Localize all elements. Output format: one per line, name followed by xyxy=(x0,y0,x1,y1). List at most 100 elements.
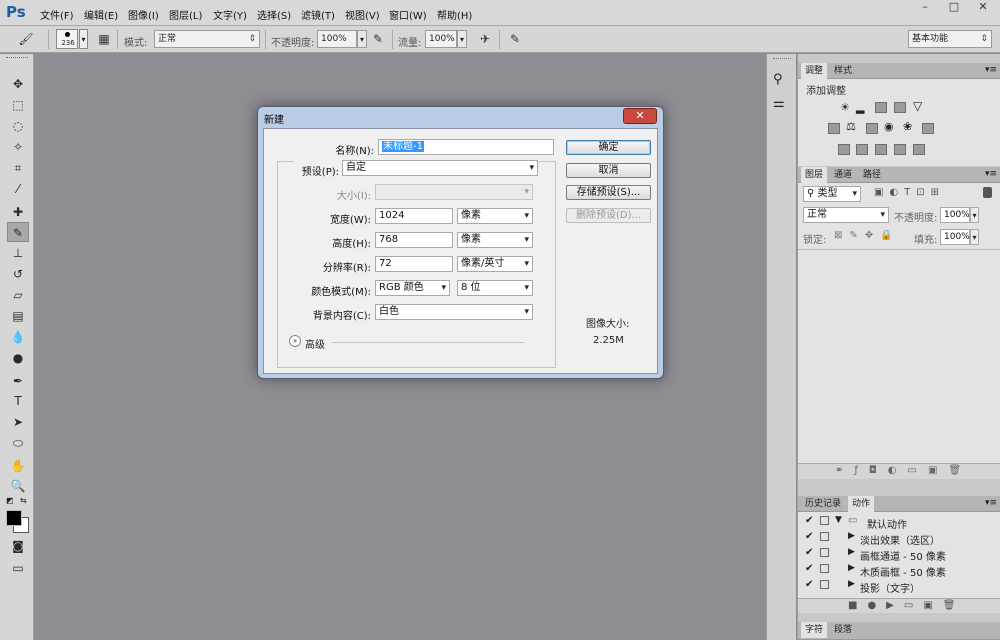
vibrance-adjust-icon[interactable]: ▽ xyxy=(913,99,922,113)
expand-icon[interactable]: ▼ xyxy=(835,515,842,525)
screen-mode-icon[interactable]: ▭ xyxy=(7,558,29,578)
curves-adjust-icon[interactable] xyxy=(875,102,887,113)
expand-icon[interactable]: ▶ xyxy=(848,547,855,557)
checkmark-icon[interactable]: ✔ xyxy=(805,563,813,574)
tab-adjustments[interactable]: 调整 xyxy=(801,63,828,79)
hand-tool-icon[interactable]: ✋ xyxy=(7,456,29,476)
threshold-adjust-icon[interactable] xyxy=(875,144,887,155)
minimize-icon[interactable]: – xyxy=(912,0,938,18)
workspace-select[interactable]: 基本功能 ⇕ xyxy=(908,30,992,48)
exposure-adjust-icon[interactable] xyxy=(894,102,906,113)
save-preset-button[interactable]: 存储预设(S)... xyxy=(566,185,651,200)
ok-button[interactable]: 确定 xyxy=(566,140,651,155)
layer-footer-icons[interactable]: ⚭ƒ◘◐▭▣🗑 xyxy=(835,465,972,476)
eyedropper-tool-icon[interactable]: ⁄ xyxy=(7,179,29,199)
invert-adjust-icon[interactable] xyxy=(838,144,850,155)
expand-icon[interactable]: ▶ xyxy=(848,563,855,573)
brightness-adjust-icon[interactable]: ☀ xyxy=(840,101,850,114)
pressure-size-icon[interactable]: ✎ xyxy=(507,31,523,47)
flow-dropdown-icon[interactable]: ▾ xyxy=(457,30,467,48)
opacity-dropdown-icon[interactable]: ▾ xyxy=(357,30,367,48)
blur-tool-icon[interactable]: 💧 xyxy=(7,327,29,347)
default-colors-icon[interactable]: ◩ xyxy=(6,496,14,505)
expand-icon[interactable]: ▶ xyxy=(848,579,855,589)
selective-color-adjust-icon[interactable] xyxy=(913,144,925,155)
brush-panel-icon[interactable]: ▦ xyxy=(96,31,112,47)
close-window-icon[interactable]: ✕ xyxy=(970,0,996,18)
tab-styles[interactable]: 样式 xyxy=(830,63,856,79)
quick-mask-icon[interactable]: ◙ xyxy=(7,536,29,556)
menu-image[interactable]: 图像(I) xyxy=(128,7,159,22)
color-lookup-adjust-icon[interactable] xyxy=(922,123,934,134)
maximize-icon[interactable]: □ xyxy=(941,0,967,18)
menu-select[interactable]: 选择(S) xyxy=(257,7,291,22)
dialog-toggle-icon[interactable] xyxy=(820,532,829,541)
levels-adjust-icon[interactable]: ▂ xyxy=(856,101,864,114)
checkmark-icon[interactable]: ✔ xyxy=(805,579,813,590)
clone-stamp-tool-icon[interactable]: ⊥ xyxy=(7,243,29,263)
layer-kind-filter[interactable]: ⚲ 类型 xyxy=(803,186,861,202)
foreground-color-swatch[interactable] xyxy=(6,510,22,526)
checkmark-icon[interactable]: ✔ xyxy=(805,547,813,558)
layer-filter-icons[interactable]: ▣◐T⊡⊞ xyxy=(874,187,945,198)
menu-type[interactable]: 文字(Y) xyxy=(213,7,247,22)
layer-opacity-input[interactable]: 100% xyxy=(940,207,970,223)
dialog-toggle-icon[interactable] xyxy=(820,564,829,573)
action-set-row[interactable]: ✔ ▼ ▭ 默认动作 xyxy=(798,513,1000,531)
healing-brush-tool-icon[interactable]: ✚ xyxy=(7,202,29,222)
hue-saturation-adjust-icon[interactable] xyxy=(828,123,840,134)
action-footer-icons[interactable]: ■●▶▭▣🗑 xyxy=(848,600,965,611)
dodge-tool-icon[interactable]: ● xyxy=(7,348,29,368)
cancel-button[interactable]: 取消 xyxy=(566,163,651,178)
color-balance-adjust-icon[interactable]: ⚖ xyxy=(846,120,856,133)
shape-tool-icon[interactable]: ⬭ xyxy=(7,433,29,453)
move-tool-icon[interactable]: ✥ xyxy=(7,74,29,94)
color-mode-select[interactable]: RGB 颜色 xyxy=(375,280,450,296)
photo-filter-adjust-icon[interactable]: ◉ xyxy=(884,120,894,133)
mode-select[interactable]: 正常 ⇕ xyxy=(154,30,260,48)
swap-colors-icon[interactable]: ⇆ xyxy=(20,496,27,505)
resolution-input[interactable]: 72 xyxy=(375,256,453,272)
flow-input[interactable]: 100% xyxy=(425,30,457,48)
action-row[interactable]: ✔ ▶ 投影（文字） xyxy=(798,577,1000,595)
pen-tool-icon[interactable]: ✒ xyxy=(7,371,29,391)
pressure-opacity-icon[interactable]: ✎ xyxy=(370,31,386,47)
resolution-unit-select[interactable]: 像素/英寸 xyxy=(457,256,533,272)
lasso-tool-icon[interactable]: ◌ xyxy=(7,116,29,136)
lock-icons[interactable]: ⊠✎✥🔒 xyxy=(834,230,900,241)
marquee-tool-icon[interactable]: ⬚ xyxy=(7,95,29,115)
brush-presets-panel-icon[interactable]: ⚲ xyxy=(773,72,783,87)
airbrush-icon[interactable]: ✈ xyxy=(477,31,493,47)
panel-menu-icon[interactable]: ▾≡ xyxy=(985,498,997,508)
history-brush-tool-icon[interactable]: ↺ xyxy=(7,264,29,284)
width-input[interactable]: 1024 xyxy=(375,208,453,224)
quick-select-tool-icon[interactable]: ✧ xyxy=(7,137,29,157)
advanced-toggle-icon[interactable]: » xyxy=(289,335,301,347)
tab-history[interactable]: 历史记录 xyxy=(801,496,845,512)
type-tool-icon[interactable]: T xyxy=(7,391,29,411)
bit-depth-select[interactable]: 8 位 xyxy=(457,280,533,296)
checkmark-icon[interactable]: ✔ xyxy=(805,531,813,542)
zoom-tool-icon[interactable]: 🔍 xyxy=(7,476,29,496)
brush-tool-active-icon[interactable]: ✎ xyxy=(7,222,29,242)
tool-presets-panel-icon[interactable]: ⚌ xyxy=(773,96,785,111)
size-select[interactable] xyxy=(375,184,533,200)
action-row[interactable]: ✔ ▶ 画框通道 - 50 像素 xyxy=(798,545,1000,563)
preset-select[interactable]: 自定 xyxy=(342,160,538,176)
panel-grip[interactable] xyxy=(773,58,791,61)
checkmark-icon[interactable]: ✔ xyxy=(805,515,813,526)
fill-dropdown-icon[interactable]: ▾ xyxy=(970,229,979,245)
crop-tool-icon[interactable]: ⌗ xyxy=(7,158,29,178)
filter-toggle-icon[interactable] xyxy=(983,187,992,198)
action-row[interactable]: ✔ ▶ 淡出效果（选区） xyxy=(798,529,1000,547)
tab-channels[interactable]: 通道 xyxy=(830,167,856,183)
channel-mixer-adjust-icon[interactable]: ❀ xyxy=(903,120,912,133)
height-unit-select[interactable]: 像素 xyxy=(457,232,533,248)
advanced-label[interactable]: 高级 xyxy=(305,336,325,351)
dialog-toggle-icon[interactable] xyxy=(820,580,829,589)
panel-menu-icon[interactable]: ▾≡ xyxy=(985,169,997,179)
panel-menu-icon[interactable]: ▾≡ xyxy=(985,65,997,75)
menu-window[interactable]: 窗口(W) xyxy=(389,7,427,22)
fill-input[interactable]: 100% xyxy=(940,229,970,245)
gradient-tool-icon[interactable]: ▤ xyxy=(7,306,29,326)
